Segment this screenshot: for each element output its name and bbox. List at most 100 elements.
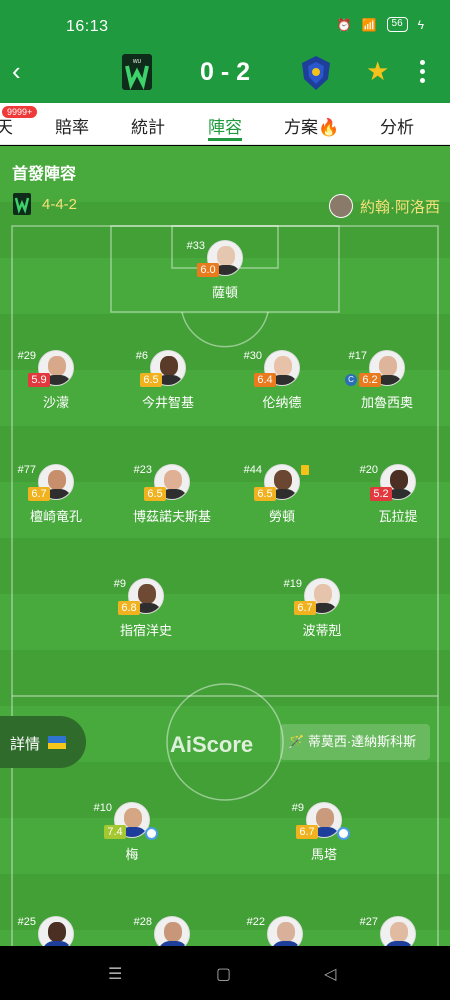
player-card[interactable]: #44 6.5 勞頓 — [232, 464, 332, 526]
player-rating: 6.7 — [294, 601, 316, 615]
player-card[interactable]: #25 — [6, 916, 106, 946]
player-card[interactable]: #27 — [348, 916, 448, 946]
player-number: #30 — [243, 350, 262, 362]
player-card[interactable]: #28 — [122, 916, 222, 946]
whistle-icon: 🪄 — [288, 734, 305, 749]
active-tab-indicator — [208, 138, 242, 141]
player-number: #44 — [243, 464, 262, 476]
player-name: 今井智基 — [141, 395, 194, 410]
player-card[interactable]: #9 6.7 馬塔 — [274, 802, 374, 864]
player-card[interactable]: #6 6.5 今井智基 — [118, 350, 218, 412]
player-card[interactable]: #30 6.4 伦纳德 — [232, 350, 332, 412]
player-rating: 5.9 — [28, 373, 50, 387]
svg-text:WU: WU — [133, 59, 142, 65]
player-card[interactable]: #9 6.8 指宿洋史 — [96, 578, 196, 640]
player-card[interactable]: #77 6.7 檀崎竜孔 — [6, 464, 106, 526]
team-mini-logo — [13, 193, 31, 215]
ukraine-flag-icon — [48, 736, 66, 749]
player-name: 薩頓 — [211, 285, 238, 300]
player-number: #9 — [291, 802, 304, 814]
match-header: 16:13 ⏰ 📶 56 ϟ ‹ WU 0 - 2 ★ — [0, 0, 450, 103]
player-card[interactable]: #20 5.2 瓦拉提 — [348, 464, 448, 526]
home-icon[interactable]: ▢ — [216, 964, 234, 983]
player-name: 檀崎竜孔 — [29, 509, 82, 524]
tab-badge: 9999+ — [2, 106, 38, 118]
status-time: 16:13 — [66, 18, 109, 35]
player-photo — [154, 916, 190, 946]
player-number: #9 — [113, 578, 126, 590]
recent-apps-icon[interactable]: ☰ — [108, 964, 126, 983]
player-rating: 6.7 — [296, 825, 318, 839]
away-team-logo[interactable] — [300, 55, 332, 91]
player-number: #23 — [133, 464, 152, 476]
player-card[interactable]: #19 6.7 波蒂剋 — [272, 578, 372, 640]
player-rating: 6.8 — [118, 601, 140, 615]
player-rating: 6.7 — [28, 487, 50, 501]
nav-back-icon[interactable]: ◁ — [324, 964, 342, 983]
status-icons: ⏰ 📶 56 ϟ — [337, 17, 424, 32]
system-nav-bar: ☰ ▢ ◁ — [0, 946, 450, 1000]
player-name: 博茲諾夫斯基 — [132, 509, 211, 524]
player-photo — [38, 916, 74, 946]
player-number: #33 — [186, 240, 205, 252]
referee-badge: 🪄 蒂莫西·達納斯科斯 — [280, 724, 430, 760]
player-rating: 6.4 — [254, 373, 276, 387]
player-number: #19 — [283, 578, 302, 590]
player-card[interactable]: #22 — [235, 916, 335, 946]
lineup-pitch: 首發陣容 4-4-2 約翰·阿洛西 #33 6.0 薩頓 #29 5.9 沙濛 … — [0, 146, 450, 946]
charging-icon: ϟ — [417, 17, 424, 32]
player-number: #17 — [348, 350, 367, 362]
player-photo — [380, 916, 416, 946]
coach-avatar — [329, 194, 353, 218]
match-score: 0 - 2 — [199, 58, 251, 86]
referee-name: 蒂莫西·達納斯科斯 — [307, 734, 417, 749]
goal-ball-icon — [145, 827, 158, 840]
details-button[interactable]: 詳情 — [0, 716, 86, 768]
player-card[interactable]: #29 5.9 沙濛 — [6, 350, 106, 412]
player-number: #29 — [17, 350, 36, 362]
player-name: 伦纳德 — [262, 395, 302, 410]
tab-plans[interactable]: 方案🔥 — [284, 113, 339, 138]
player-name: 沙濛 — [42, 395, 69, 410]
player-name: 勞頓 — [268, 509, 295, 524]
yellow-card-icon — [301, 465, 309, 475]
tab-analysis[interactable]: 分析 — [380, 113, 414, 138]
home-team-logo[interactable]: WU — [120, 52, 154, 92]
tab-odds[interactable]: 賠率 — [55, 113, 89, 138]
player-number: #77 — [17, 464, 36, 476]
player-card[interactable]: #17 C 6.2 加魯西奧 — [337, 350, 437, 412]
tab-lineup[interactable]: 陣容 — [208, 113, 242, 138]
player-number: #28 — [133, 916, 152, 928]
player-number: #25 — [17, 916, 36, 928]
battery-icon: 56 — [386, 17, 408, 32]
formation-label: 4-4-2 — [42, 196, 78, 213]
player-rating: 6.5 — [144, 487, 166, 501]
tab-stats[interactable]: 統計 — [131, 113, 165, 138]
captain-badge: C — [345, 374, 357, 386]
back-button[interactable]: ‹ — [12, 58, 34, 84]
player-card[interactable]: #23 6.5 博茲諾夫斯基 — [122, 464, 222, 526]
player-number: #27 — [359, 916, 378, 928]
more-menu-icon[interactable] — [414, 58, 430, 86]
player-card[interactable]: #33 6.0 薩頓 — [175, 240, 275, 302]
player-rating: 5.2 — [370, 487, 392, 501]
aiscore-watermark: AiScore — [170, 732, 254, 757]
player-number: #22 — [246, 916, 265, 928]
alarm-icon: ⏰ — [336, 17, 352, 32]
coach[interactable]: 約翰·阿洛西 — [329, 194, 440, 218]
player-photo — [267, 916, 303, 946]
favorite-star-icon[interactable]: ★ — [366, 56, 389, 87]
coach-name: 約翰·阿洛西 — [360, 198, 440, 216]
player-rating: 6.5 — [254, 487, 276, 501]
player-rating: 6.2 — [359, 373, 381, 387]
player-card[interactable]: #10 7.4 梅 — [82, 802, 182, 864]
player-rating: 6.0 — [197, 263, 219, 277]
details-label: 詳情 — [10, 736, 41, 753]
player-number: #10 — [93, 802, 112, 814]
goal-ball-icon — [337, 827, 350, 840]
player-rating: 7.4 — [104, 825, 126, 839]
player-name: 梅 — [125, 847, 139, 862]
player-name: 指宿洋史 — [119, 623, 172, 638]
player-name: 馬塔 — [310, 847, 337, 862]
player-name: 瓦拉提 — [378, 509, 418, 524]
